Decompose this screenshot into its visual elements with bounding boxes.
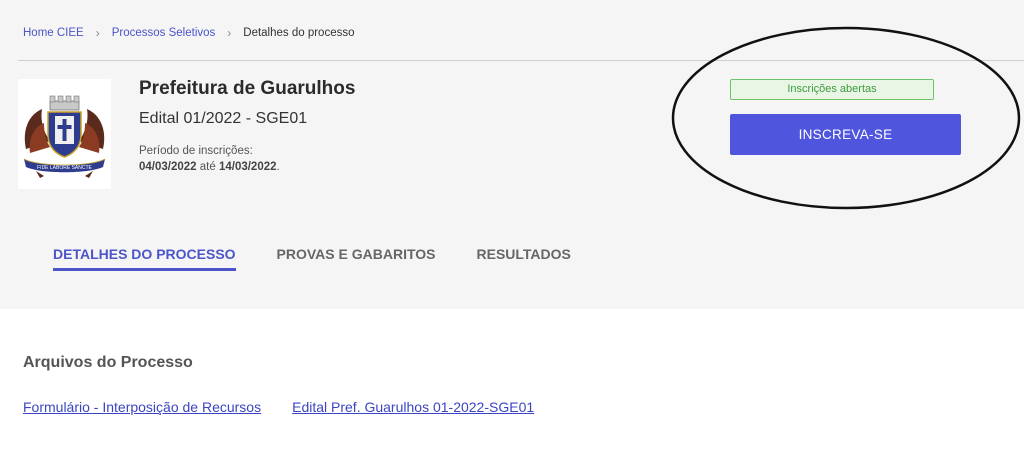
file-link-edital[interactable]: Edital Pref. Guarulhos 01-2022-SGE01 xyxy=(292,399,534,415)
subscribe-button[interactable]: INSCREVA-SE xyxy=(730,114,961,155)
file-link-formulario[interactable]: Formulário - Interposição de Recursos xyxy=(23,399,261,415)
breadcrumb-chevron-icon: › xyxy=(227,26,232,40)
breadcrumb-home-link[interactable]: Home CIEE xyxy=(23,27,84,39)
period-end-date: 14/03/2022 xyxy=(218,161,277,173)
period-end-punct: . xyxy=(276,161,280,173)
tab-provas-e-gabaritos[interactable]: PROVAS E GABARITOS xyxy=(277,246,436,271)
period-connector: até xyxy=(196,161,219,173)
tab-detalhes-do-processo[interactable]: DETALHES DO PROCESSO xyxy=(53,246,236,271)
organization-logo: FIDE LABORE SANCTE xyxy=(18,79,111,189)
header-divider xyxy=(18,60,1024,61)
breadcrumb: Home CIEE › Processos Seletivos › Detalh… xyxy=(23,26,355,40)
process-tabs: DETALHES DO PROCESSO PROVAS E GABARITOS … xyxy=(53,246,612,271)
files-list: Formulário - Interposição de Recursos Ed… xyxy=(23,399,565,415)
files-section-title: Arquivos do Processo xyxy=(23,354,193,371)
breadcrumb-chevron-icon: › xyxy=(95,26,100,40)
organization-name: Prefeitura de Guarulhos xyxy=(139,78,356,99)
period-start-date: 04/03/2022 xyxy=(139,161,197,173)
logo-motto: FIDE LABORE SANCTE xyxy=(37,165,92,171)
guarulhos-coat-of-arms-icon: FIDE LABORE SANCTE xyxy=(23,95,106,178)
registration-period-dates: 04/03/2022 até 14/03/2022. xyxy=(139,161,280,173)
edital-number: Edital 01/2022 - SGE01 xyxy=(139,110,308,127)
registration-period-label: Período de inscrições: xyxy=(139,145,253,157)
breadcrumb-current: Detalhes do processo xyxy=(243,27,355,39)
svg-text:FIDE LABORE SANCTE: FIDE LABORE SANCTE xyxy=(37,165,92,171)
tab-resultados[interactable]: RESULTADOS xyxy=(477,246,571,271)
status-badge: Inscrições abertas xyxy=(730,79,934,100)
breadcrumb-processos-link[interactable]: Processos Seletivos xyxy=(112,27,216,39)
